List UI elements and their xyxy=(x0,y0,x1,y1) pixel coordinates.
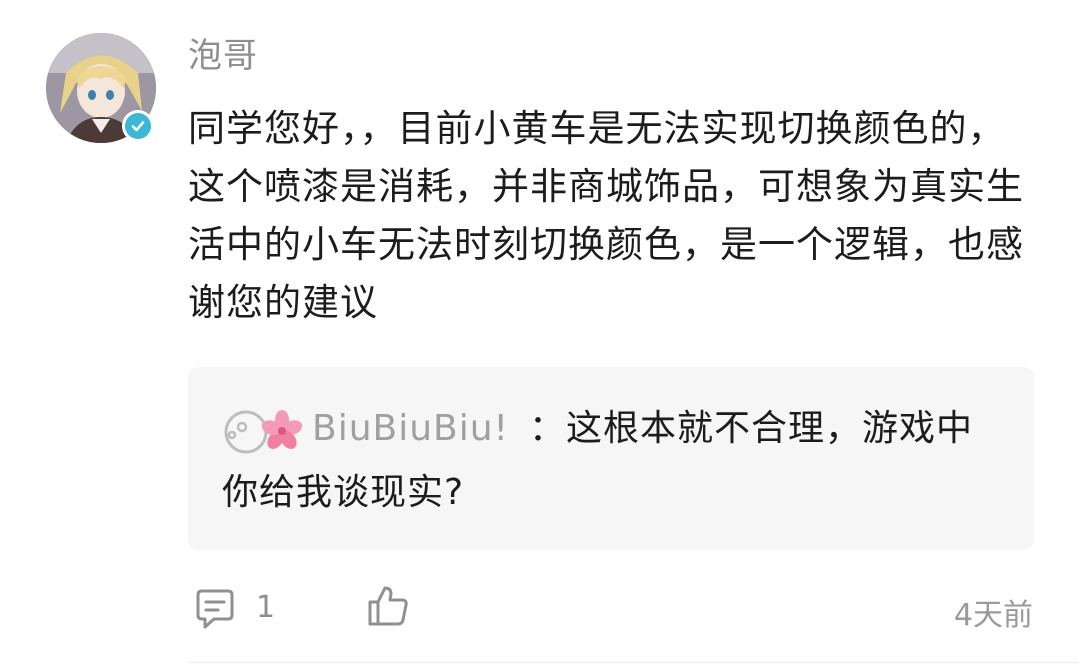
thumbs-up-icon xyxy=(366,584,410,632)
reply-separator: ： xyxy=(528,408,566,449)
reply-content: BiuBiuBiu! ：这根本就不合理，游戏中你给我谈现实? xyxy=(222,397,1002,525)
comment-body: 同学您好，，目前小黄车是无法实现切换颜色的，这个喷漆是消耗，并非商城饰品，可想象… xyxy=(188,107,1024,324)
reply-preview[interactable]: BiuBiuBiu! ：这根本就不合理，游戏中你给我谈现实? xyxy=(188,367,1034,550)
comment-item: 泡哥 同学您好，，目前小黄车是无法实现切换颜色的，这个喷漆是消耗，并非商城饰品，… xyxy=(0,0,1079,665)
divider xyxy=(188,662,1079,663)
timestamp: 4天前 xyxy=(953,598,1033,633)
comment-icon xyxy=(192,587,236,635)
comment-username[interactable]: 泡哥 xyxy=(188,28,258,77)
reply-username[interactable]: BiuBiuBiu! xyxy=(312,408,509,449)
like-button[interactable] xyxy=(366,584,410,632)
sakura-face-emoji-icon xyxy=(222,405,310,455)
comment-count: 1 xyxy=(256,590,276,625)
verified-badge xyxy=(122,110,154,142)
comment-button[interactable] xyxy=(192,587,236,635)
verified-check-icon xyxy=(125,113,151,139)
